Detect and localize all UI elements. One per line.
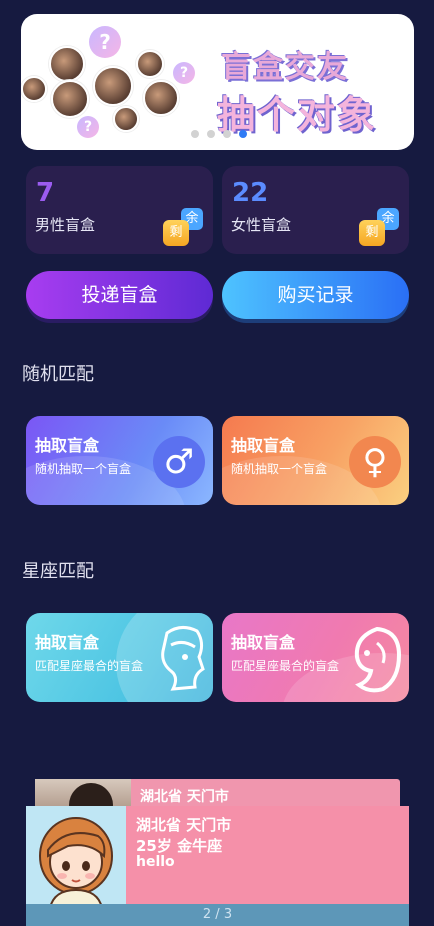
pagination-dot[interactable] <box>207 130 215 138</box>
male-box-count: 7 <box>36 178 55 208</box>
card-subtitle: 随机抽取一个盲盒 <box>231 462 328 476</box>
card-title: 抽取盲盒 <box>35 436 100 455</box>
random-male-card[interactable]: 抽取盲盒 随机抽取一个盲盒 ♂ <box>26 416 213 505</box>
deliver-box-button[interactable]: 投递盲盒 <box>26 271 213 319</box>
profile-location: 湖北省 天门市 <box>140 789 229 805</box>
zodiac-match-title: 星座匹配 <box>22 561 94 582</box>
female-box-label: 女性盲盒 <box>231 216 292 234</box>
lady-head-icon <box>354 626 402 693</box>
female-box-count: 22 <box>232 178 269 208</box>
profile-bio: hello <box>136 854 175 870</box>
carousel-pagination <box>191 130 247 138</box>
avatar <box>113 106 139 132</box>
card-title: 抽取盲盒 <box>231 633 296 652</box>
remaining-badge-icon: 剩 <box>163 220 189 246</box>
female-box-stat-card: 22 女性盲盒 余 剩 <box>222 166 409 254</box>
banner-carousel[interactable]: ? ? ? 盲盒交友 抽个对象 <box>21 14 414 150</box>
avatar <box>51 80 89 118</box>
card-subtitle: 随机抽取一个盲盒 <box>35 462 132 476</box>
avatar <box>93 66 133 106</box>
avatar <box>21 76 47 102</box>
card-subtitle: 匹配星座最合的盲盒 <box>231 659 340 673</box>
purchase-history-button[interactable]: 购买记录 <box>222 271 409 319</box>
male-box-stat-card: 7 男性盲盒 余 剩 <box>26 166 213 254</box>
random-match-title: 随机匹配 <box>22 364 94 385</box>
profile-card[interactable]: 湖北省 天门市 25岁 金牛座 hello 2 / 3 <box>26 806 409 926</box>
female-symbol-icon: ♀ <box>349 436 401 488</box>
zodiac-female-card[interactable]: 抽取盲盒 匹配星座最合的盲盒 <box>222 613 409 702</box>
random-female-card[interactable]: 抽取盲盒 随机抽取一个盲盒 ♀ <box>222 416 409 505</box>
pagination-dot-active[interactable] <box>239 130 247 138</box>
male-symbol-icon: ♂ <box>153 436 205 488</box>
male-box-label: 男性盲盒 <box>35 216 96 234</box>
profile-avatar-illustration <box>26 806 126 909</box>
profile-age-sign: 25岁 金牛座 <box>136 837 223 855</box>
card-subtitle: 匹配星座最合的盲盒 <box>35 659 144 673</box>
banner-title: 盲盒交友 <box>221 50 349 85</box>
pagination-dot[interactable] <box>223 130 231 138</box>
avatar <box>143 80 179 116</box>
avatar <box>49 46 85 82</box>
question-bubble-icon: ? <box>77 116 99 138</box>
cartoon-girl-icon <box>39 817 113 909</box>
question-bubble-icon: ? <box>173 62 195 84</box>
zodiac-male-card[interactable]: 抽取盲盒 匹配星座最合的盲盒 <box>26 613 213 702</box>
pagination-dot[interactable] <box>191 130 199 138</box>
remaining-badge-icon: 剩 <box>359 220 385 246</box>
card-title: 抽取盲盒 <box>231 436 296 455</box>
profile-location: 湖北省 天门市 <box>136 816 232 834</box>
avatar <box>136 50 164 78</box>
question-bubble-icon: ? <box>89 26 121 58</box>
card-title: 抽取盲盒 <box>35 633 100 652</box>
profile-pager: 2 / 3 <box>26 904 409 926</box>
warrior-head-icon <box>161 626 205 691</box>
